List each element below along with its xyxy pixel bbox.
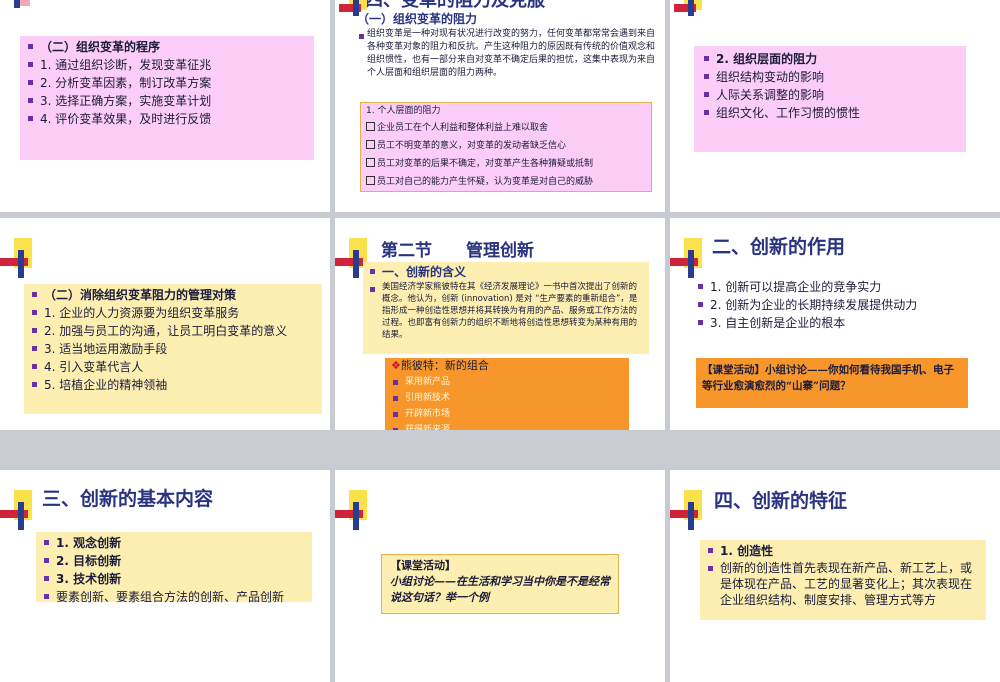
list-item: 获得新来源 xyxy=(391,422,623,430)
role-list: 1. 创新可以提高企业的竞争实力 2. 创新为企业的长期持续发展提供动力 3. … xyxy=(696,278,996,332)
checkbox-item: 企业员工在个人利益和整体利益上难以取舍 xyxy=(366,119,646,137)
list-item: 1. 创新可以提高企业的竞争实力 xyxy=(696,278,996,296)
org-resistance-box: 2. 组织层面的阻力 组织结构变动的影响 人际关系调整的影响 组织文化、工作习惯… xyxy=(694,46,966,152)
checkbox-icon xyxy=(366,158,375,167)
slide-title: 四、创新的特征 xyxy=(714,490,848,512)
list-item: 人际关系调整的影响 xyxy=(702,86,958,104)
slide-decoration xyxy=(670,0,720,30)
list-item: 3. 技术创新 xyxy=(42,570,306,588)
slide-5[interactable]: 第二节 管理创新 一、创新的含义 美国经济学家熊彼特在其《经济发展理论》一书中首… xyxy=(335,218,665,430)
slide-decoration xyxy=(670,490,720,540)
list-item: 4. 引入变革代言人 xyxy=(30,358,316,376)
checkbox-icon xyxy=(366,122,375,131)
slide-9[interactable]: 四、创新的特征 1. 创造性 创新的创造性首先表现在新产品、新工艺上，或是体现在… xyxy=(670,470,1000,682)
list-item: 1. 通过组织诊断，发现变革征兆 xyxy=(26,56,308,74)
checkbox-icon xyxy=(366,176,375,185)
activity-title: 【课堂活动】 xyxy=(390,559,456,572)
checkbox-item: 员工对自己的能力产生怀疑，认为变革是对自己的威胁 xyxy=(366,173,646,191)
list-item: 5. 培植企业的精神领袖 xyxy=(30,376,316,394)
box-title: 2. 组织层面的阻力 xyxy=(702,50,958,68)
slide-title: 第二节 管理创新 xyxy=(381,241,534,261)
resistance-section: （一）组织变革的阻力 组织变革是一种对现有状况进行改变的努力，任何变革都常常会遇… xyxy=(357,10,657,80)
slide-decoration xyxy=(0,0,50,30)
list-item: 2. 目标创新 xyxy=(42,552,306,570)
slide-decoration xyxy=(0,238,50,288)
procedure-title: （二）组织变革的程序 xyxy=(26,38,308,56)
list-item: 要素创新、要素组合方法的创新、产品创新 xyxy=(42,588,306,606)
procedure-box: （二）组织变革的程序 1. 通过组织诊断，发现变革征兆 2. 分析变革因素，制订… xyxy=(20,36,314,160)
list-item: 1. 观念创新 xyxy=(42,534,306,552)
feature-box: 1. 创造性 创新的创造性首先表现在新产品、新工艺上，或是体现在产品、工艺的显著… xyxy=(700,540,986,620)
classroom-activity-box: 【课堂活动】小组讨论——你如何看待我国手机、电子等行业愈演愈烈的“山寨”问题？ xyxy=(696,358,968,408)
box-title: ❖熊彼特：新的组合 xyxy=(391,359,489,372)
activity-body: 小组讨论——在生活和学习当中你是不是经常说这句话？举一个例 xyxy=(390,575,610,604)
list-item: 1. 企业的人力资源要为组织变革服务 xyxy=(30,304,316,322)
section-paragraph: 组织变革是一种对现有状况进行改变的努力，任何变革都常常会遇到来自各种变革对象的阻… xyxy=(357,28,657,80)
slide-3[interactable]: 2. 组织层面的阻力 组织结构变动的影响 人际关系调整的影响 组织文化、工作习惯… xyxy=(670,0,1000,212)
list-item: 2. 加强与员工的沟通，让员工明白变革的意义 xyxy=(30,322,316,340)
checkbox-item: 员工不明变革的意义，对变革的发动者缺乏信心 xyxy=(366,137,646,155)
classroom-activity-box: 【课堂活动】 小组讨论——在生活和学习当中你是不是经常说这句话？举一个例 xyxy=(381,554,619,614)
box-title: 1. 个人层面的阻力 xyxy=(366,106,441,116)
checkbox-item: 员工对变革的后果不确定，对变革产生各种猜疑或抵制 xyxy=(366,155,646,173)
slide-4[interactable]: （二）消除组织变革阻力的管理对策 1. 企业的人力资源要为组织变革服务 2. 加… xyxy=(0,218,330,430)
list-item: 采用新产品 xyxy=(391,374,623,390)
slide-title: 二、创新的作用 xyxy=(712,236,846,258)
content-box: 1. 观念创新 2. 目标创新 3. 技术创新 要素创新、要素组合方法的创新、产… xyxy=(36,532,312,604)
list-item: 组织文化、工作习惯的惯性 xyxy=(702,104,958,122)
checkbox-icon xyxy=(366,140,375,149)
section-paragraph: 美国经济学家熊彼特在其《经济发展理论》一书中首次提出了创新的概念。他认为，创新 … xyxy=(368,281,644,341)
box-title: （二）消除组织变革阻力的管理对策 xyxy=(30,286,316,304)
list-item: 引用新技术 xyxy=(391,390,623,406)
list-item: 2. 创新为企业的长期持续发展提供动力 xyxy=(696,296,996,314)
slide-8[interactable]: 【课堂活动】 小组讨论——在生活和学习当中你是不是经常说这句话？举一个例 xyxy=(335,470,665,682)
new-combination-box: ❖熊彼特：新的组合 采用新产品 引用新技术 开辟新市场 获得新来源 xyxy=(385,358,629,430)
section-subtitle: 一、创新的含义 xyxy=(368,263,644,281)
list-item: 3. 选择正确方案，实施变革计划 xyxy=(26,92,308,110)
section-paragraph: 创新的创造性首先表现在新产品、新工艺上，或是体现在产品、工艺的显著变化上；其次表… xyxy=(706,560,980,608)
slide-decoration xyxy=(335,490,385,540)
section-subtitle: 1. 创造性 xyxy=(706,542,980,560)
slide-1[interactable]: （二）组织变革的程序 1. 通过组织诊断，发现变革征兆 2. 分析变革因素，制订… xyxy=(0,0,330,212)
list-item: 3. 自主创新是企业的根本 xyxy=(696,314,996,332)
list-item: 组织结构变动的影响 xyxy=(702,68,958,86)
list-item: 3. 适当地运用激励手段 xyxy=(30,340,316,358)
slide-title: 三、创新的基本内容 xyxy=(42,488,214,510)
list-item: 4. 评价变革效果，及时进行反馈 xyxy=(26,110,308,128)
section-subtitle: （一）组织变革的阻力 xyxy=(357,12,478,26)
list-item: 2. 分析变革因素，制订改革方案 xyxy=(26,74,308,92)
list-item: 开辟新市场 xyxy=(391,406,623,422)
slide-2[interactable]: 四、变革的阻力及克服 （一）组织变革的阻力 组织变革是一种对现有状况进行改变的努… xyxy=(335,0,665,212)
slide-6[interactable]: 二、创新的作用 1. 创新可以提高企业的竞争实力 2. 创新为企业的长期持续发展… xyxy=(670,218,1000,430)
diamond-icon: ❖ xyxy=(391,359,401,372)
slide-7[interactable]: 三、创新的基本内容 1. 观念创新 2. 目标创新 3. 技术创新 要素创新、要… xyxy=(0,470,330,682)
countermeasures-box: （二）消除组织变革阻力的管理对策 1. 企业的人力资源要为组织变革服务 2. 加… xyxy=(24,284,322,414)
definition-box: 一、创新的含义 美国经济学家熊彼特在其《经济发展理论》一书中首次提出了创新的概念… xyxy=(363,262,649,354)
personal-resistance-box: 1. 个人层面的阻力 企业员工在个人利益和整体利益上难以取舍 员工不明变革的意义… xyxy=(360,102,652,192)
